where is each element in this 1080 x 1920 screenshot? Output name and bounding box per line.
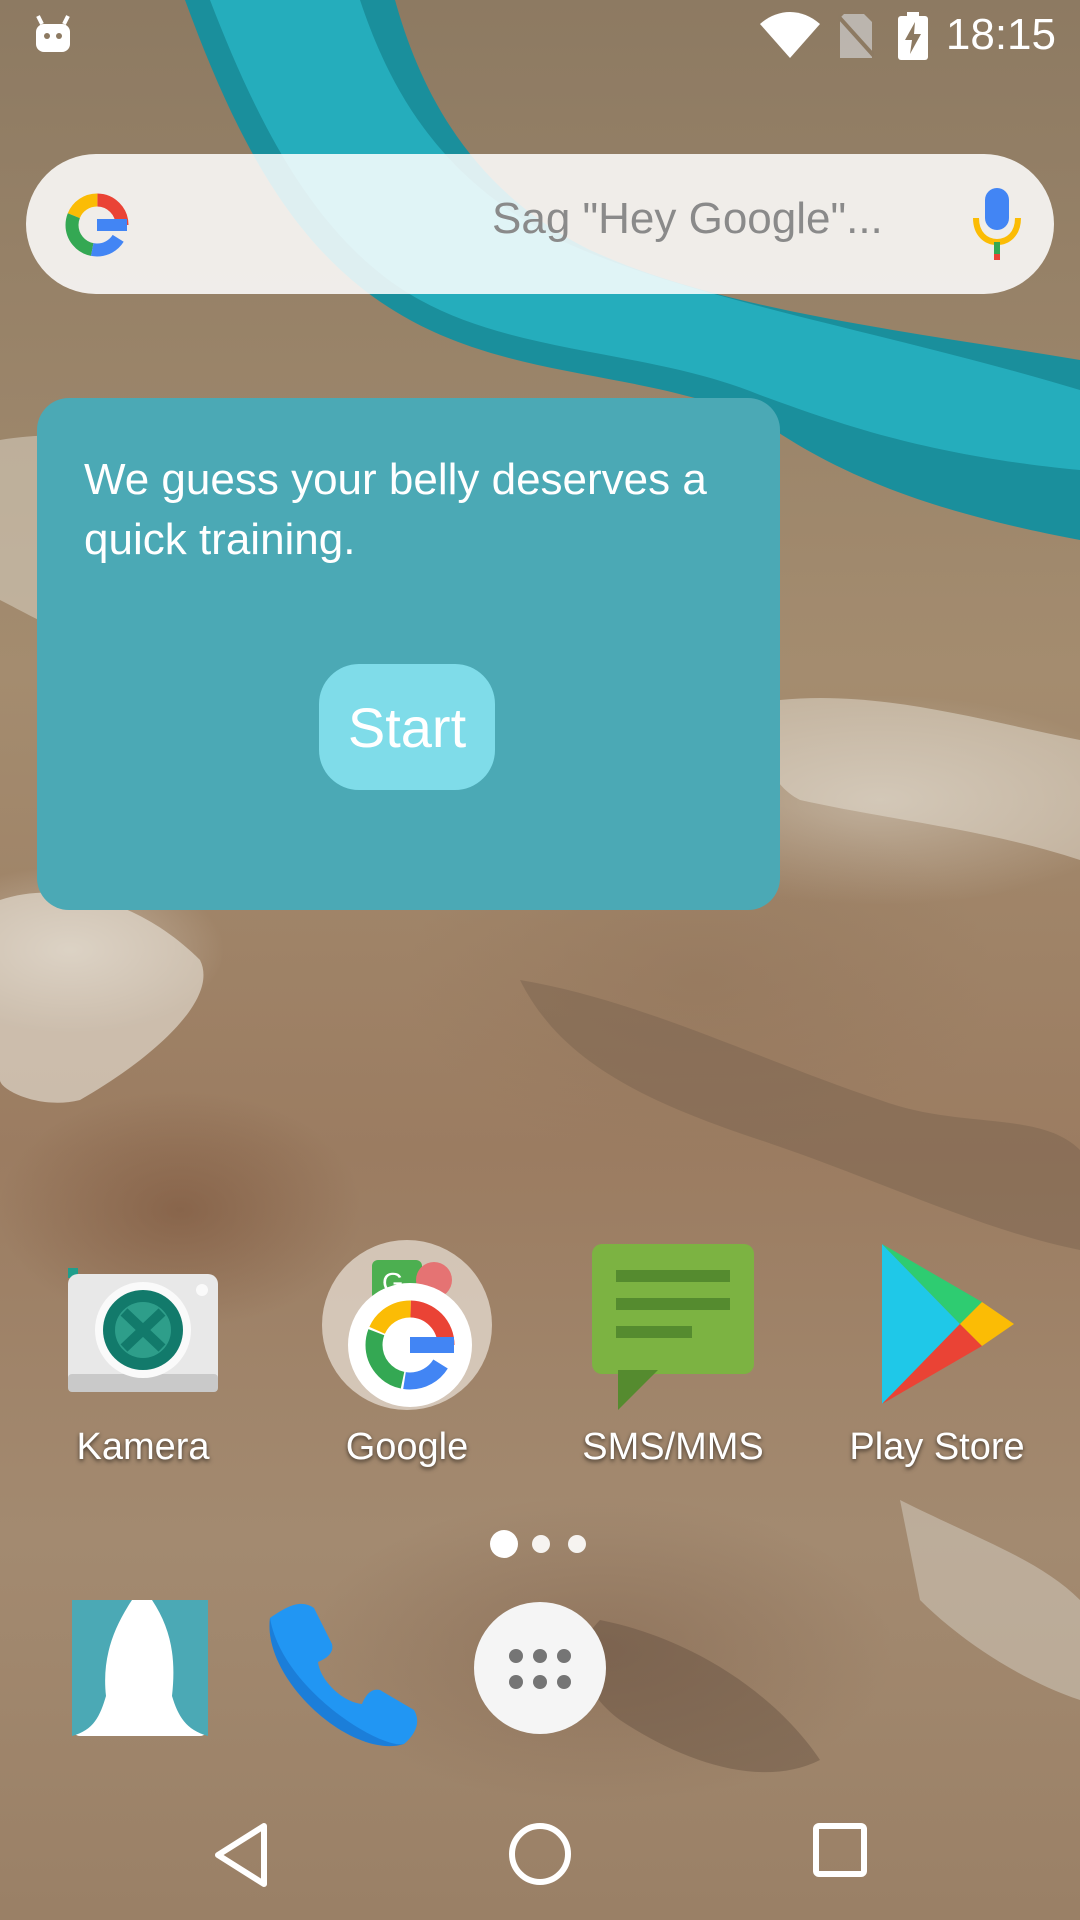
recents-icon[interactable] (810, 1820, 870, 1880)
fitness-app-icon (72, 1600, 208, 1736)
app-label: Kamera (76, 1426, 210, 1468)
status-bar: 18:15 (0, 0, 1080, 72)
start-button[interactable]: Start (319, 664, 495, 790)
clock: 18:15 (945, 10, 1056, 59)
camera-icon (58, 1240, 228, 1410)
page-dot (532, 1535, 550, 1553)
widget-message: We guess your belly deserves a quick tra… (84, 455, 707, 564)
dock-phone[interactable] (262, 1600, 422, 1754)
navigation-bar (0, 1800, 1080, 1920)
app-label: Play Store (849, 1426, 1025, 1468)
app-kamera[interactable]: Kamera (38, 1240, 248, 1469)
app-play-store[interactable]: Play Store (832, 1240, 1042, 1469)
battery-charging-icon (898, 12, 928, 60)
no-sim-icon (838, 14, 874, 58)
app-drawer-icon (474, 1602, 606, 1734)
wifi-icon (760, 12, 820, 58)
app-label: SMS/MMS (582, 1426, 764, 1468)
phone-icon (269, 1603, 418, 1747)
mic-icon[interactable] (970, 188, 1024, 260)
page-dot (568, 1535, 586, 1553)
app-sms-mms[interactable]: SMS/MMS (568, 1240, 778, 1469)
google-g-icon (65, 193, 129, 257)
dock-app-drawer[interactable] (472, 1600, 608, 1740)
page-dot-current (490, 1530, 518, 1558)
play-store-icon (852, 1240, 1022, 1410)
google-folder-icon: G (322, 1240, 492, 1410)
home-icon[interactable] (506, 1820, 574, 1888)
app-google[interactable]: G Google (302, 1240, 512, 1469)
back-icon[interactable] (210, 1820, 274, 1890)
dock-fitness-app[interactable] (72, 1600, 208, 1740)
training-widget: We guess your belly deserves a quick tra… (37, 398, 780, 910)
sms-icon (588, 1240, 758, 1410)
android-debug-icon (36, 15, 70, 52)
page-indicator (490, 1530, 590, 1558)
google-search-bar[interactable]: Sag "Hey Google"... (26, 154, 1054, 294)
app-label: Google (345, 1426, 469, 1468)
search-hint[interactable]: Sag "Hey Google"... (492, 194, 883, 244)
